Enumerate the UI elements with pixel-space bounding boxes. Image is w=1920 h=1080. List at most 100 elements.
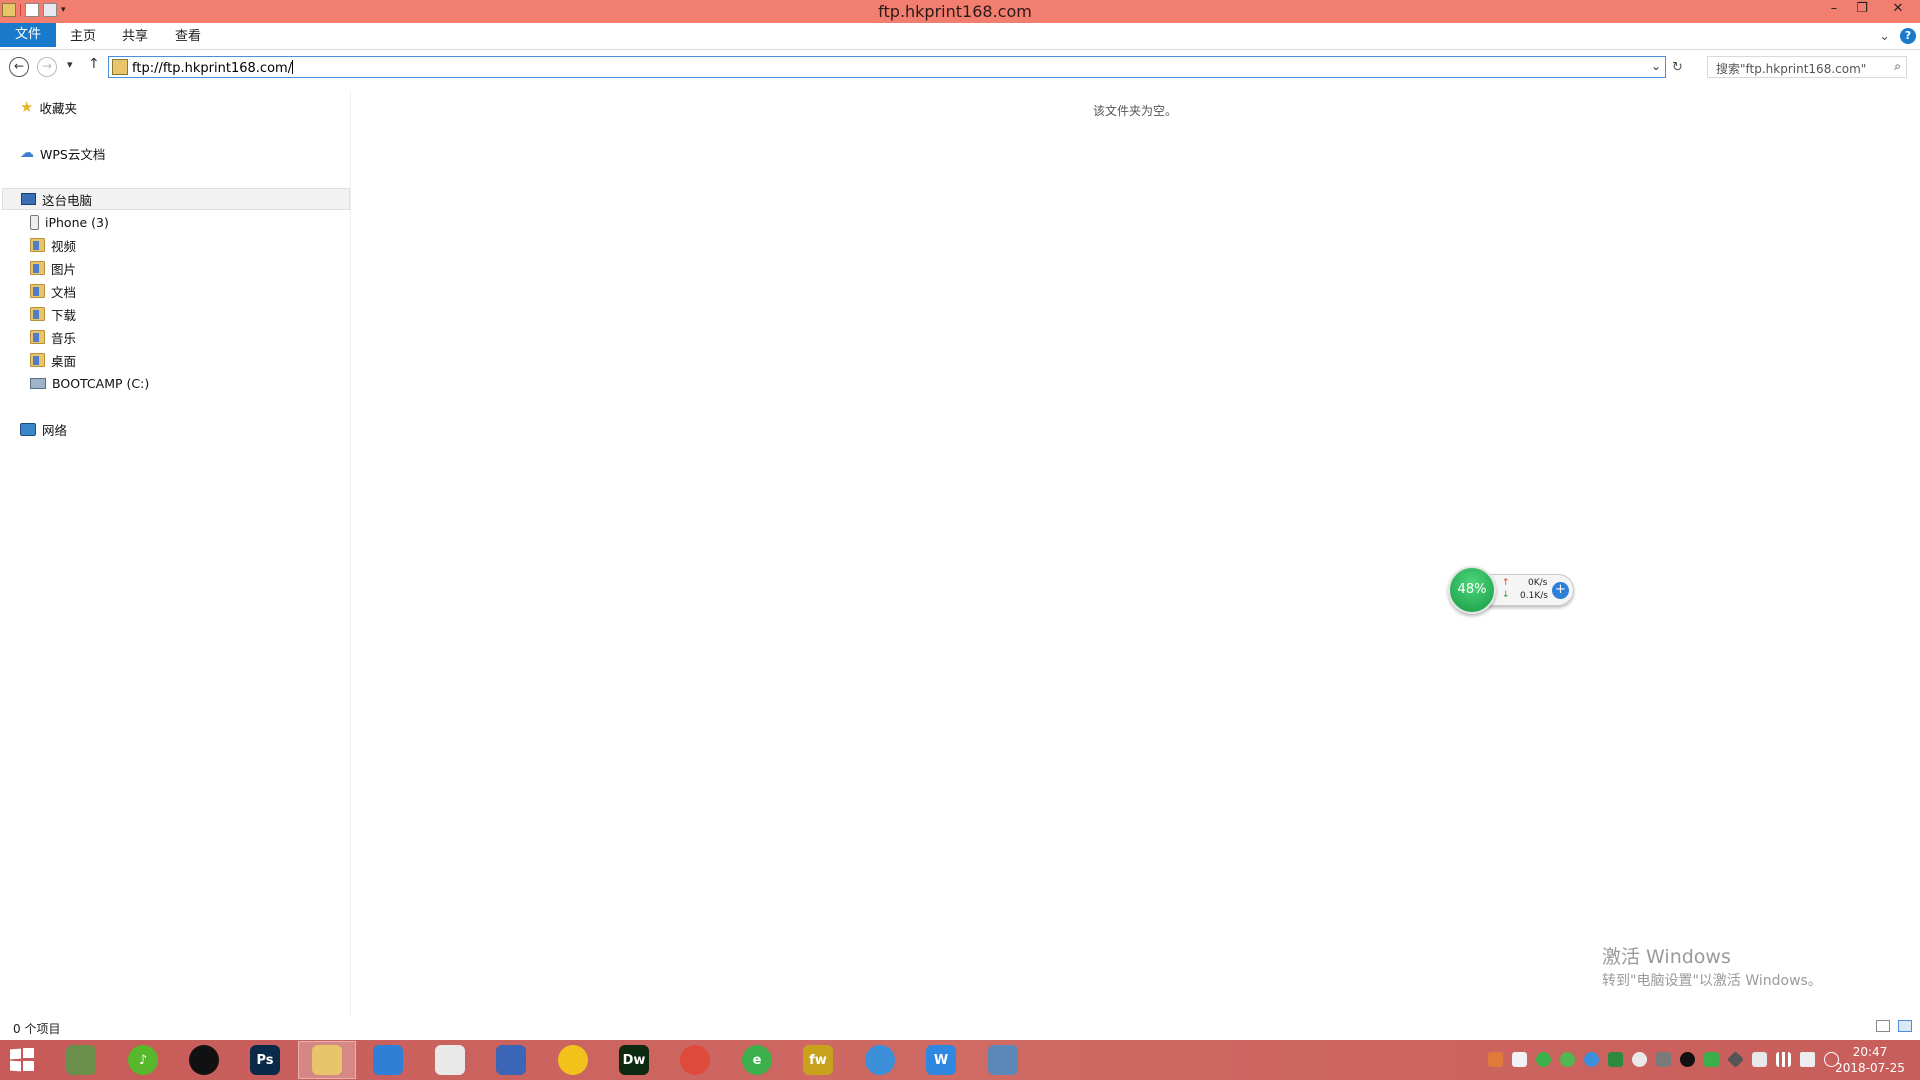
- sidebar-item-label: WPS云文档: [40, 146, 106, 162]
- tab-file[interactable]: 文件: [0, 23, 57, 47]
- system-tray: [1488, 1051, 1839, 1068]
- taskbar-tools-app[interactable]: [52, 1041, 110, 1079]
- sidebar-item-label: 文档: [51, 284, 77, 300]
- upload-speed: 0K/s: [1528, 578, 1548, 588]
- network-speed-widget[interactable]: 48% ↑ 0K/s ↓ 0.1K/s +: [1448, 566, 1576, 614]
- taskbar-wechat-app[interactable]: [421, 1041, 479, 1079]
- download-speed: 0.1K/s: [1520, 591, 1548, 601]
- tray-security-icon[interactable]: [1704, 1052, 1719, 1067]
- up-button[interactable]: ↑: [88, 56, 100, 72]
- taskbar-qqmusic-app[interactable]: [544, 1041, 602, 1079]
- sidebar-item-videos[interactable]: 视频: [30, 234, 76, 256]
- upload-arrow-icon: ↑: [1502, 578, 1510, 588]
- sidebar-item-wps[interactable]: ☁ WPS云文档: [20, 142, 105, 164]
- window-title: ftp.hkprint168.com: [878, 2, 1032, 21]
- help-icon[interactable]: ?: [1900, 28, 1916, 44]
- tray-shield-icon[interactable]: [1488, 1052, 1503, 1067]
- sidebar-item-favorites[interactable]: ★ 收藏夹: [20, 96, 77, 118]
- clock-date: 2018-07-25: [1835, 1061, 1905, 1075]
- tray-plus-icon[interactable]: [1608, 1052, 1623, 1067]
- tray-green-icon[interactable]: [1536, 1052, 1551, 1067]
- taskbar-ie-app[interactable]: e: [728, 1041, 786, 1079]
- itunes-icon: ♪: [128, 1045, 158, 1075]
- fireworks-icon: fw: [803, 1045, 833, 1075]
- desktop-folder-icon: [30, 353, 45, 367]
- computer-icon: [21, 193, 36, 205]
- sidebar-item-label: 图片: [51, 261, 77, 277]
- taskbar-photos-app[interactable]: [359, 1041, 417, 1079]
- screen-icon: [988, 1045, 1018, 1075]
- minimize-button[interactable]: –: [1820, 0, 1848, 20]
- tray-ime-icon[interactable]: [1727, 1051, 1744, 1068]
- downloads-folder-icon: [30, 307, 45, 321]
- close-button[interactable]: ✕: [1876, 0, 1920, 20]
- sidebar-item-label: 音乐: [51, 330, 77, 346]
- star-icon: ★: [20, 98, 34, 116]
- address-text: ftp://ftp.hkprint168.com/: [132, 61, 293, 76]
- pictures-folder-icon: [30, 261, 45, 275]
- ftp-location-icon: [112, 59, 128, 75]
- refresh-icon[interactable]: ↻: [1672, 60, 1683, 75]
- tray-360-icon[interactable]: [1560, 1052, 1575, 1067]
- item-count: 0 个项目: [13, 1022, 61, 1036]
- tab-view[interactable]: 查看: [161, 26, 215, 47]
- tab-home[interactable]: 主页: [56, 26, 110, 47]
- sidebar-item-pictures[interactable]: 图片: [30, 257, 76, 279]
- tray-cloud-icon[interactable]: [1512, 1052, 1527, 1067]
- navigation-pane: ★ 收藏夹 ☁ WPS云文档 这台电脑 iPhone (3) 视频 图片 文档: [0, 90, 351, 1015]
- taskbar-qq-app[interactable]: [175, 1041, 233, 1079]
- sidebar-item-desktop[interactable]: 桌面: [30, 349, 76, 371]
- sidebar-item-label: 这台电脑: [42, 192, 93, 208]
- clock[interactable]: 20:47 2018-07-25: [1830, 1044, 1910, 1076]
- sidebar-item-network[interactable]: 网络: [20, 418, 67, 440]
- sidebar-item-downloads[interactable]: 下载: [30, 303, 76, 325]
- taskbar-photoshop-app[interactable]: Ps: [236, 1041, 294, 1079]
- taskbar-browser-app[interactable]: [851, 1041, 909, 1079]
- sidebar-item-documents[interactable]: 文档: [30, 280, 76, 302]
- sidebar-item-label: 收藏夹: [39, 100, 77, 116]
- qq-icon: [189, 1045, 219, 1075]
- sidebar-item-label: BOOTCAMP (C:): [52, 375, 150, 391]
- taskbar-dreamweaver-app[interactable]: Dw: [605, 1041, 663, 1079]
- recent-locations-icon[interactable]: ▾: [67, 58, 73, 71]
- taskbar-chrome-app[interactable]: [666, 1041, 724, 1079]
- taskbar-screen-app[interactable]: [974, 1041, 1032, 1079]
- memory-usage-badge[interactable]: 48%: [1448, 566, 1496, 614]
- address-bar[interactable]: ftp://ftp.hkprint168.com/ ⌄: [108, 56, 1666, 78]
- taskbar-wps-app[interactable]: W: [912, 1041, 970, 1079]
- tray-flag-icon[interactable]: [1752, 1052, 1767, 1067]
- tray-wechat-icon[interactable]: [1632, 1052, 1647, 1067]
- start-button[interactable]: [10, 1048, 36, 1072]
- taskbar-file-explorer-app[interactable]: [298, 1041, 356, 1079]
- sidebar-item-music[interactable]: 音乐: [30, 326, 76, 348]
- tray-tool-icon[interactable]: [1656, 1052, 1671, 1067]
- activation-watermark: 激活 Windows 转到"电脑设置"以激活 Windows。: [1602, 942, 1822, 990]
- address-dropdown-icon[interactable]: ⌄: [1651, 59, 1661, 73]
- status-bar: 0 个项目: [0, 1015, 1920, 1039]
- taskbar-itunes-app[interactable]: ♪: [114, 1041, 172, 1079]
- accelerate-button[interactable]: +: [1552, 582, 1569, 599]
- large-icons-view-icon[interactable]: [1898, 1020, 1912, 1032]
- taskbar-fireworks-app[interactable]: fw: [789, 1041, 847, 1079]
- tray-qq-icon[interactable]: [1680, 1052, 1695, 1067]
- forward-button[interactable]: →: [37, 57, 57, 77]
- wechat-icon: [435, 1045, 465, 1075]
- tray-signal-icon[interactable]: [1776, 1052, 1791, 1067]
- sidebar-item-label: iPhone (3): [45, 214, 109, 230]
- cloud-icon: ☁: [20, 145, 34, 161]
- details-view-icon[interactable]: [1876, 1020, 1890, 1032]
- expand-ribbon-icon[interactable]: ⌄: [1879, 29, 1890, 44]
- search-icon[interactable]: ⌕: [1894, 59, 1901, 74]
- sidebar-item-bootcamp[interactable]: BOOTCAMP (C:): [30, 372, 149, 394]
- drive-icon: [30, 377, 46, 389]
- tray-browser-icon[interactable]: [1584, 1052, 1599, 1067]
- sidebar-item-iphone[interactable]: iPhone (3): [30, 211, 109, 233]
- sidebar-item-label: 视频: [51, 238, 77, 254]
- restore-button[interactable]: ❐: [1848, 0, 1876, 20]
- taskbar-remote-desktop-app[interactable]: [482, 1041, 540, 1079]
- tab-share[interactable]: 共享: [108, 26, 162, 47]
- search-box[interactable]: 搜索"ftp.hkprint168.com" ⌕: [1707, 56, 1907, 78]
- tray-volume-icon[interactable]: [1800, 1052, 1815, 1067]
- back-button[interactable]: ←: [9, 57, 29, 77]
- sidebar-item-this-pc[interactable]: 这台电脑: [2, 188, 350, 210]
